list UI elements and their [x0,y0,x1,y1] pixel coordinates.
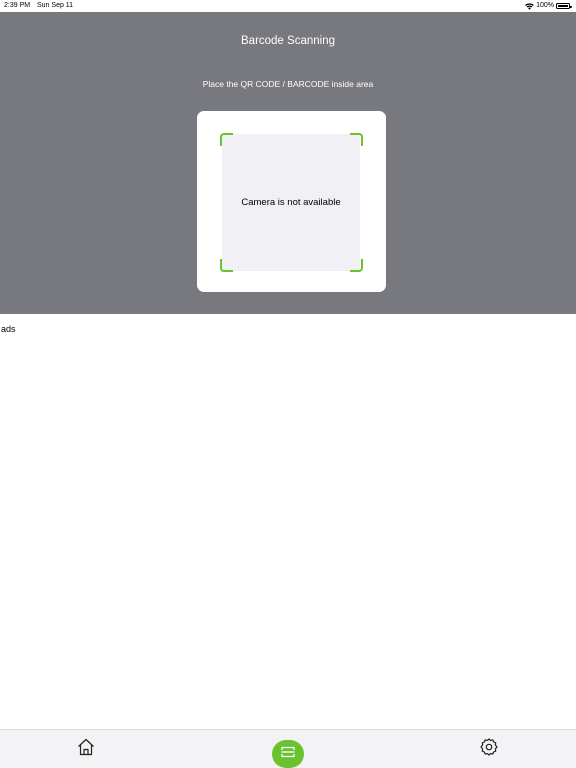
scanner-panel: Barcode Scanning Place the QR CODE / BAR… [0,12,576,314]
page-title: Barcode Scanning [241,35,335,47]
status-indicators: 100% [525,0,572,12]
home-icon [76,737,96,762]
status-date: Sun Sep 11 [37,2,74,9]
gear-icon [479,737,499,762]
battery-percent: 100% [536,2,554,9]
scan-frame-corner-top-left [220,133,233,146]
camera-preview[interactable]: Camera is not available [222,134,360,271]
camera-message: Camera is not available [241,197,341,208]
tab-scan[interactable] [272,740,304,768]
scan-frame-corner-bottom-left [220,259,233,272]
wifi-icon [525,2,534,10]
scan-frame-corner-bottom-right [350,259,363,272]
tab-bar [0,729,576,768]
ads-placeholder: ads [1,324,16,334]
battery-fill [558,5,568,7]
battery-icon [556,3,572,9]
tab-home[interactable] [76,737,96,762]
scan-frame-corner-top-right [350,133,363,146]
scan-card: Camera is not available [197,111,386,292]
scan-instruction: Place the QR CODE / BARCODE inside area [202,79,374,89]
tab-settings[interactable] [479,737,499,762]
status-time: 2:39 PM [4,2,31,9]
scan-icon [281,745,295,763]
status-bar: 2:39 PM Sun Sep 11 100% [0,0,576,12]
